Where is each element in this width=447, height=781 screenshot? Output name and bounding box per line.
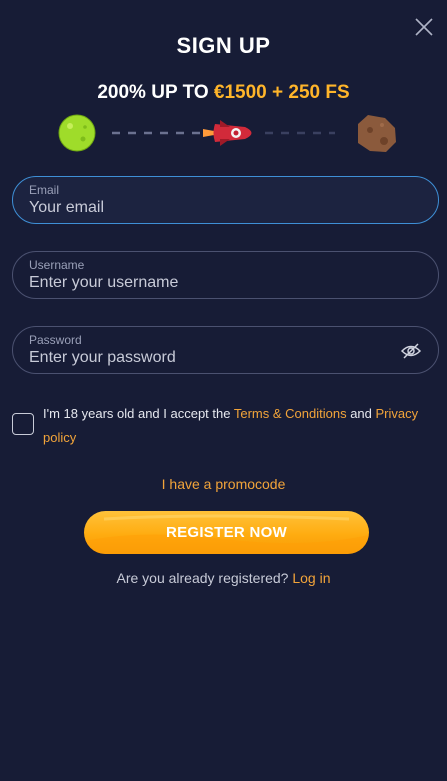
login-prompt: Are you already registered? Log in xyxy=(0,570,447,586)
login-link[interactable]: Log in xyxy=(292,570,330,586)
username-label: Username xyxy=(29,258,85,272)
progress-journey xyxy=(58,114,396,152)
terms-text-before: I'm 18 years old and I accept the xyxy=(43,406,234,421)
password-label: Password xyxy=(29,333,82,347)
register-button[interactable]: REGISTER NOW xyxy=(84,511,369,554)
bonus-amount: €1500 + 250 FS xyxy=(213,82,350,103)
bonus-prefix: 200% UP TO xyxy=(97,82,214,103)
username-input[interactable] xyxy=(29,272,389,294)
page-title: SIGN UP xyxy=(176,33,271,58)
bonus-offer: 200% UP TO €1500 + 250 FS xyxy=(0,82,447,104)
login-question: Are you already registered? xyxy=(116,570,293,586)
rocket-icon xyxy=(203,120,252,146)
asteroid-icon xyxy=(358,115,396,152)
password-input[interactable] xyxy=(29,347,389,369)
email-input[interactable] xyxy=(29,197,389,219)
password-field[interactable]: Password xyxy=(12,326,439,374)
email-label: Email xyxy=(29,183,60,197)
eye-off-icon[interactable] xyxy=(400,342,422,360)
email-field[interactable]: Email xyxy=(12,176,439,224)
age-terms-checkbox[interactable] xyxy=(12,413,34,435)
planet-icon xyxy=(58,114,96,152)
promocode-row: I have a promocode xyxy=(0,476,447,492)
terms-text: I'm 18 years old and I accept the Terms … xyxy=(43,402,423,450)
username-field[interactable]: Username xyxy=(12,251,439,299)
terms-text-middle: and xyxy=(346,406,376,421)
promocode-link[interactable]: I have a promocode xyxy=(162,476,286,492)
terms-link[interactable]: Terms & Conditions xyxy=(234,406,347,421)
register-label: REGISTER NOW xyxy=(165,524,288,541)
